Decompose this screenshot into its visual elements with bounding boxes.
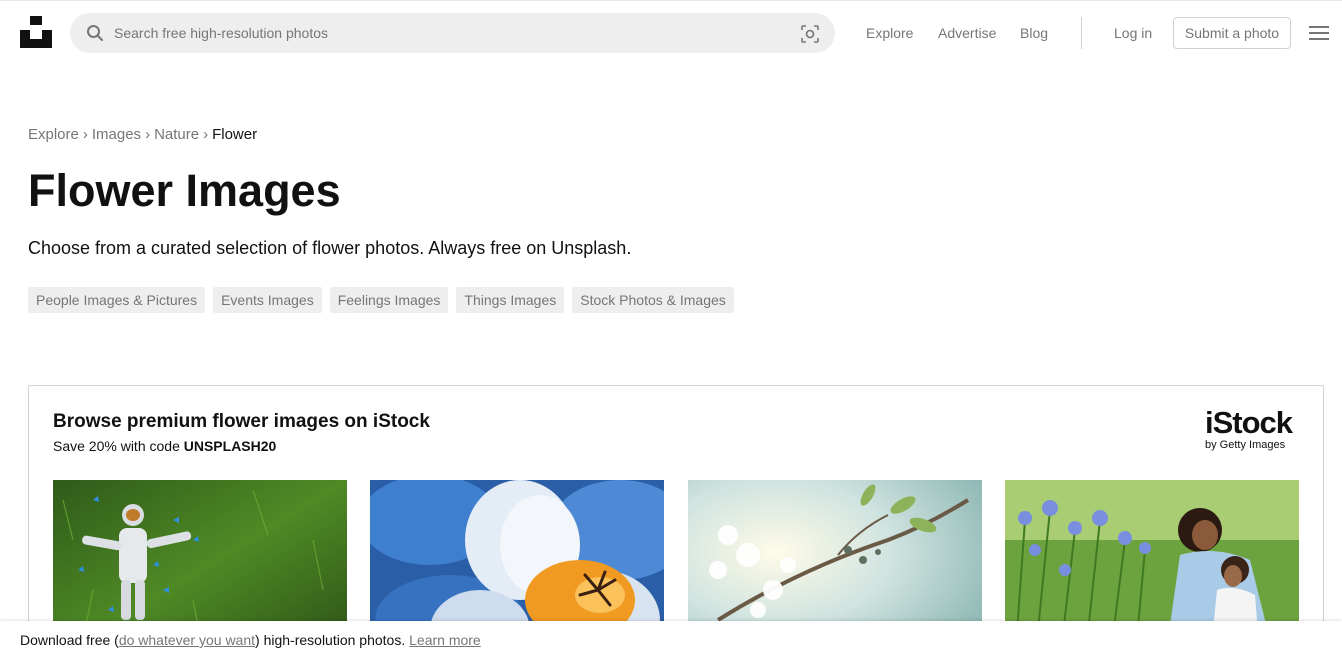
search-input[interactable] xyxy=(114,13,794,53)
tag-people[interactable]: People Images & Pictures xyxy=(28,287,206,313)
search-icon[interactable] xyxy=(85,23,105,43)
nav-blog-link[interactable]: Blog xyxy=(1020,24,1048,42)
istock-title: Browse premium flower images on iStock xyxy=(53,411,430,432)
breadcrumb-current: Flower xyxy=(212,126,258,143)
learn-more-link[interactable]: Learn more xyxy=(409,632,481,648)
istock-promo-prefix: Save 20% with code xyxy=(53,438,184,454)
breadcrumb-item-images[interactable]: Images xyxy=(92,126,141,143)
nav-divider xyxy=(1081,17,1082,49)
visual-search-icon[interactable] xyxy=(799,23,821,45)
bottom-prefix: Download free ( xyxy=(20,632,119,648)
hamburger-menu-icon[interactable] xyxy=(1309,25,1329,41)
istock-logo-text: iStock xyxy=(1205,405,1293,440)
nav-advertise-link[interactable]: Advertise xyxy=(938,24,996,42)
nav-explore-link[interactable]: Explore xyxy=(866,24,913,42)
bottom-middle: ) high-resolution photos. xyxy=(255,632,410,648)
breadcrumb-separator: › xyxy=(82,126,88,143)
breadcrumb-separator: › xyxy=(203,126,209,143)
related-tags: People Images & Pictures Events Images F… xyxy=(28,287,734,313)
tag-things[interactable]: Things Images xyxy=(456,287,565,313)
istock-logo-sub: by Getty Images xyxy=(1205,439,1286,451)
istock-logo[interactable]: iStock by Getty Images xyxy=(1199,406,1309,454)
bottom-banner-text: Download free (do whatever you want) hig… xyxy=(20,631,481,649)
unsplash-logo[interactable] xyxy=(20,16,52,48)
search-bar[interactable] xyxy=(70,13,835,53)
page-subtitle: Choose from a curated selection of flowe… xyxy=(28,238,632,258)
login-link[interactable]: Log in xyxy=(1114,24,1152,42)
top-header: Explore Advertise Blog Log in Submit a p… xyxy=(0,0,1342,62)
tag-stock-photos[interactable]: Stock Photos & Images xyxy=(572,287,734,313)
istock-code: UNSPLASH20 xyxy=(183,438,277,454)
breadcrumb-item-nature[interactable]: Nature xyxy=(154,126,199,143)
bottom-banner: Download free (do whatever you want) hig… xyxy=(0,621,1342,655)
do-whatever-link[interactable]: do whatever you want xyxy=(119,632,255,648)
submit-photo-button[interactable]: Submit a photo xyxy=(1173,17,1291,49)
breadcrumb-item-explore[interactable]: Explore xyxy=(28,126,79,143)
istock-promo-code: Save 20% with code UNSPLASH20 xyxy=(53,437,276,455)
breadcrumb: Explore › Images › Nature › Flower xyxy=(28,126,257,144)
page-title: Flower Images xyxy=(28,165,341,216)
breadcrumb-separator: › xyxy=(145,126,151,143)
tag-events[interactable]: Events Images xyxy=(213,287,322,313)
istock-promo: Browse premium flower images on iStock S… xyxy=(28,385,1324,655)
tag-feelings[interactable]: Feelings Images xyxy=(329,287,449,313)
